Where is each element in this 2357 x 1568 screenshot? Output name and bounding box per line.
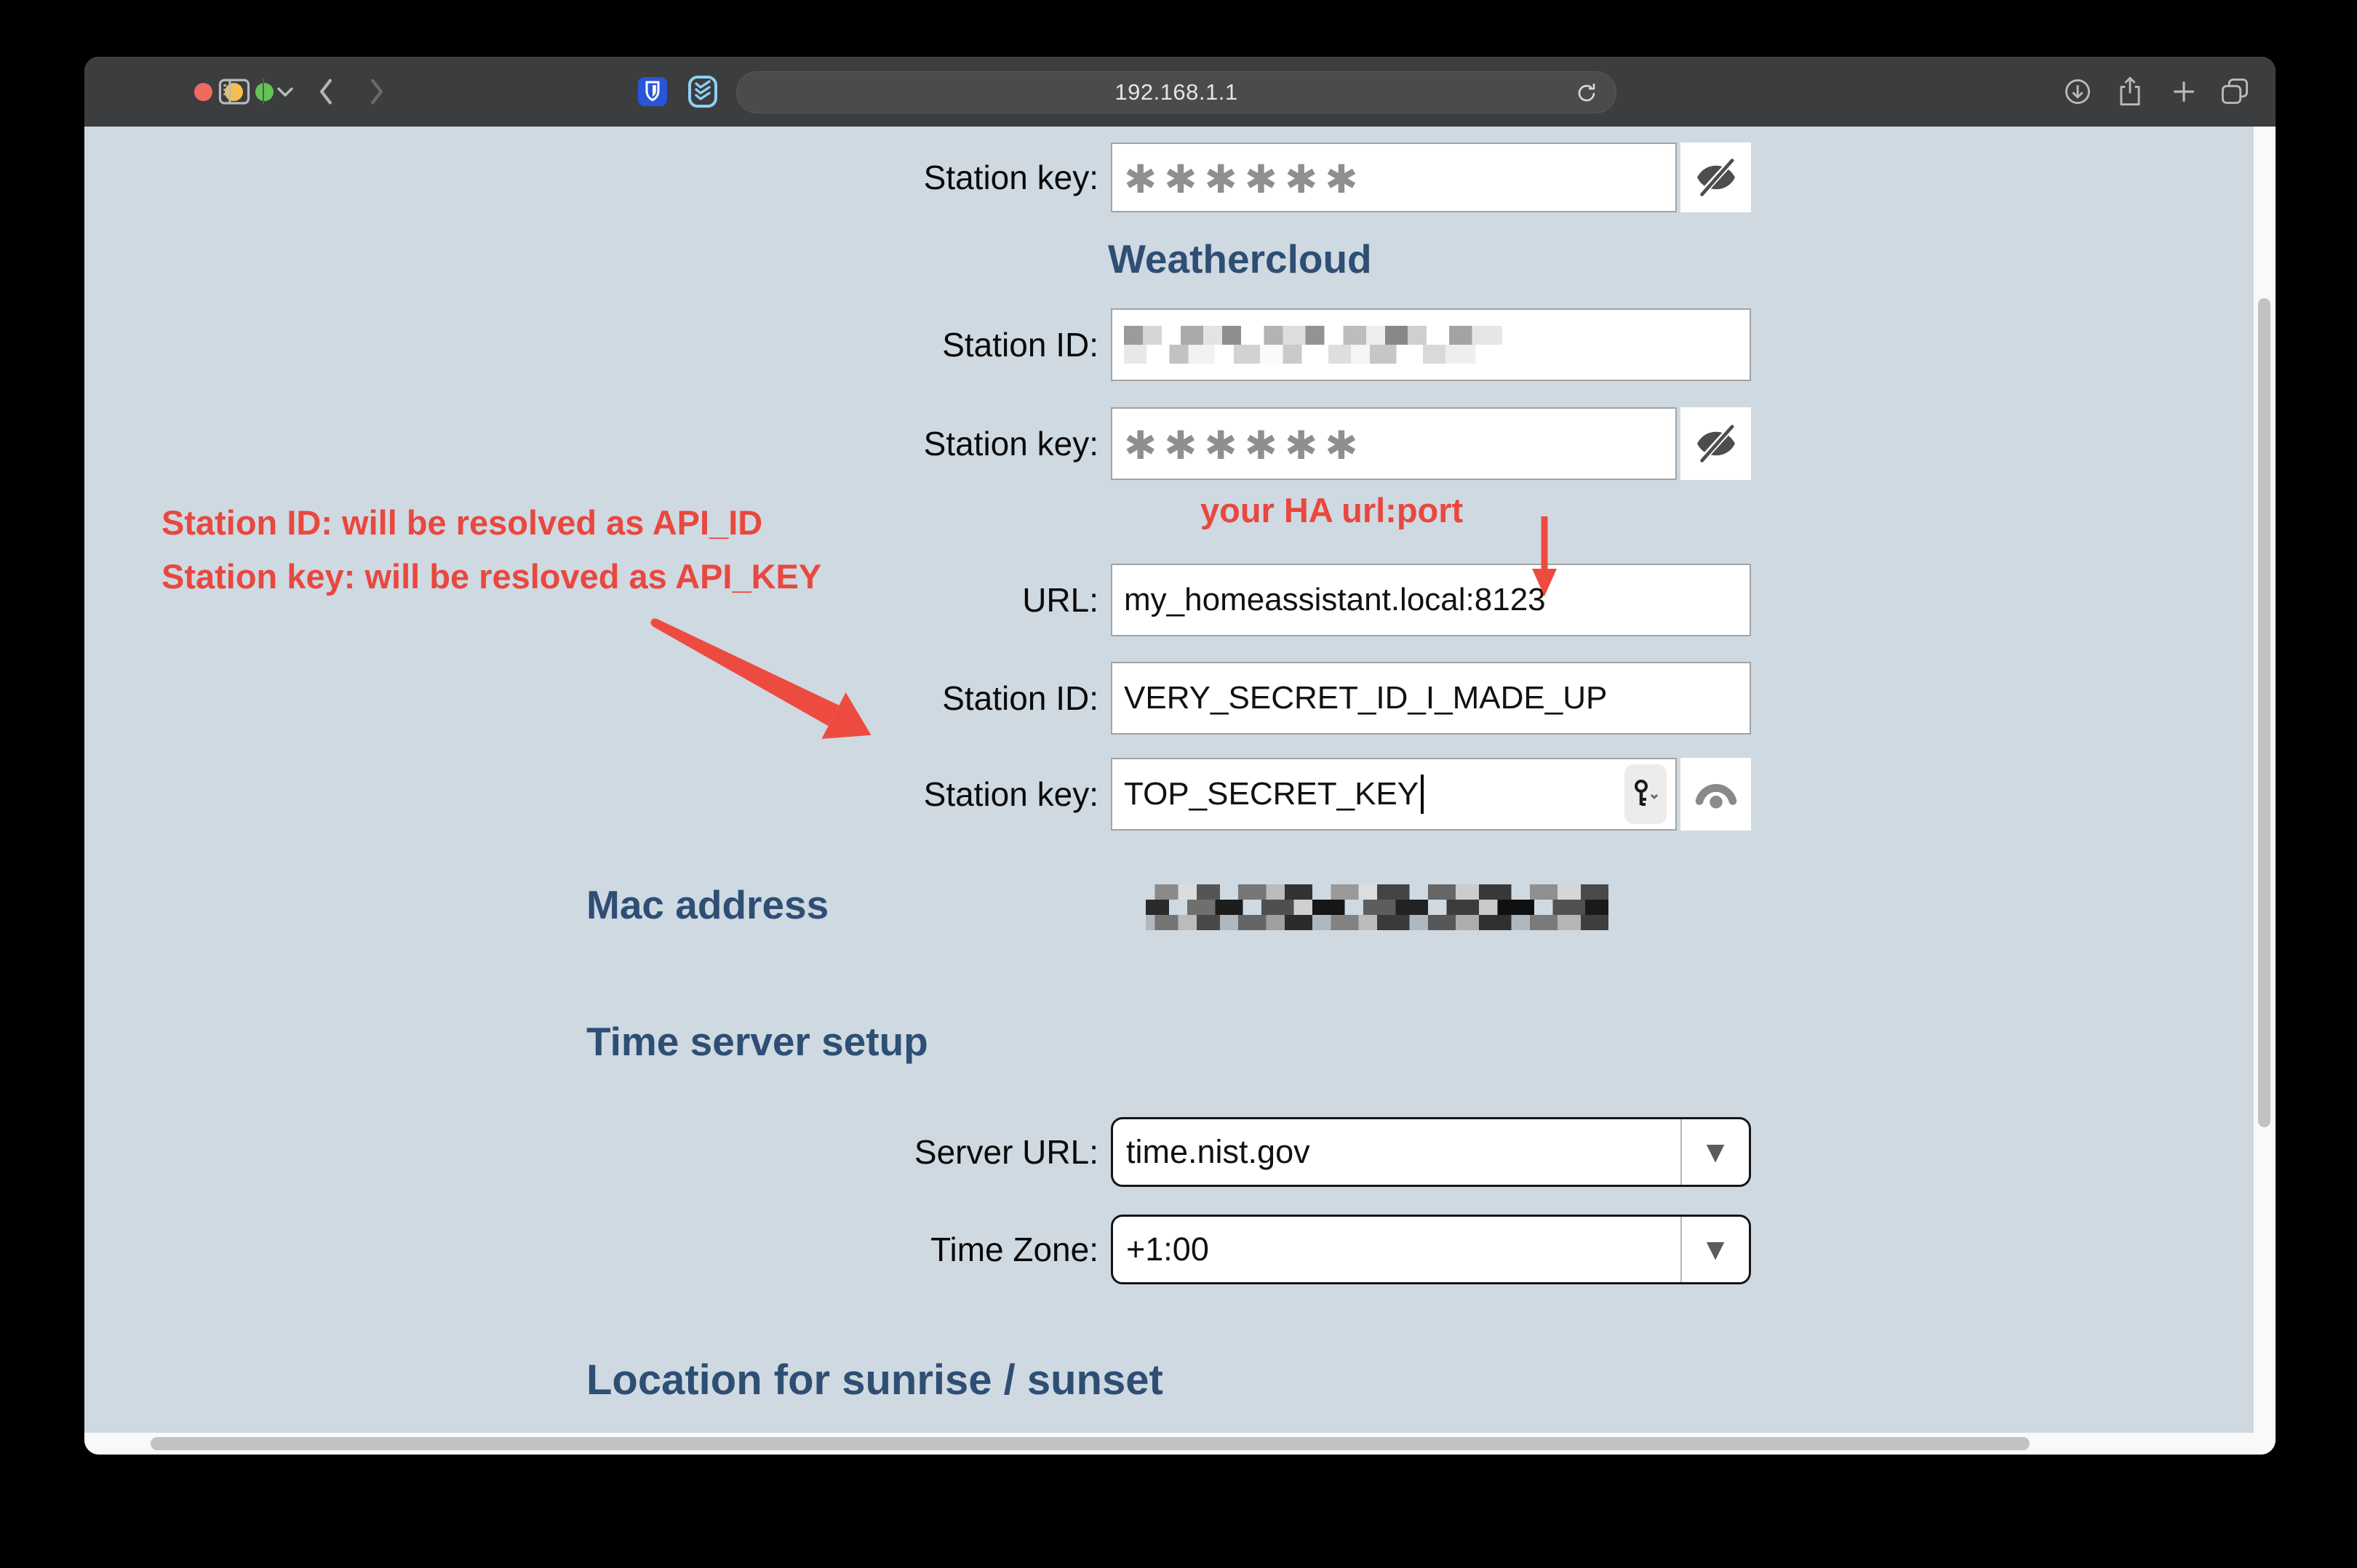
wc-station-id-input[interactable] bbox=[1111, 308, 1751, 381]
server-url-label: Server URL: bbox=[84, 1132, 1098, 1172]
back-icon bbox=[316, 77, 335, 106]
checklist-extension-icon bbox=[687, 74, 718, 109]
forward-button[interactable] bbox=[359, 74, 394, 109]
address-text: 192.168.1.1 bbox=[1114, 79, 1237, 105]
reload-button[interactable] bbox=[1574, 80, 1600, 106]
ha-url-row: URL: my_homeassistant.local:8123 bbox=[84, 564, 1751, 636]
share-icon bbox=[2115, 76, 2145, 108]
ha-station-id-row: Station ID: VERY_SECRET_ID_I_MADE_UP bbox=[84, 662, 1751, 735]
time-zone-row: Time Zone: +1:00 ▼ bbox=[84, 1215, 1751, 1284]
ha-url-input[interactable]: my_homeassistant.local:8123 bbox=[1111, 564, 1751, 636]
eye-slash-icon bbox=[1693, 425, 1739, 463]
browser-toolbar: 192.168.1.1 bbox=[84, 57, 2276, 127]
ha-show-key-button[interactable] bbox=[1680, 758, 1751, 831]
new-tab-icon bbox=[2170, 78, 2198, 105]
redacted-station-id bbox=[1124, 326, 1502, 364]
mac-address-heading: Mac address bbox=[586, 881, 829, 928]
chevron-down-icon bbox=[276, 85, 295, 98]
vertical-scrollbar-thumb[interactable] bbox=[2258, 298, 2270, 1127]
ha-station-id-value: VERY_SECRET_ID_I_MADE_UP bbox=[1124, 680, 1607, 716]
bitwarden-extension-button[interactable] bbox=[635, 74, 670, 109]
ha-station-key-value: TOP_SECRET_KEY bbox=[1124, 776, 1419, 812]
new-tab-button[interactable] bbox=[2166, 74, 2201, 109]
ha-url-label: URL: bbox=[84, 580, 1098, 620]
annotation-line-1: Station ID: will be resolved as API_ID bbox=[161, 496, 821, 550]
wc-show-key-button[interactable] bbox=[1680, 407, 1751, 480]
tab-overview-icon bbox=[2220, 77, 2250, 106]
time-zone-select[interactable]: +1:00 ▼ bbox=[1111, 1215, 1751, 1284]
back-button[interactable] bbox=[308, 74, 343, 109]
redacted-mac-address bbox=[1146, 884, 1608, 930]
server-url-row: Server URL: time.nist.gov ▼ bbox=[84, 1117, 1751, 1187]
wu-station-key-row: Station key: ✱✱✱✱✱✱ bbox=[84, 143, 1751, 212]
ha-station-id-label: Station ID: bbox=[84, 679, 1098, 718]
ha-station-key-row: Station key: TOP_SECRET_KEY bbox=[84, 758, 1751, 831]
time-zone-label: Time Zone: bbox=[84, 1230, 1098, 1269]
forward-icon bbox=[367, 77, 386, 106]
vertical-scrollbar-track[interactable] bbox=[2254, 127, 2276, 1455]
time-server-heading: Time server setup bbox=[586, 1018, 928, 1065]
ha-url-value: my_homeassistant.local:8123 bbox=[1124, 582, 1546, 618]
download-icon bbox=[2063, 77, 2092, 106]
wc-station-id-label: Station ID: bbox=[84, 325, 1098, 364]
downloads-button[interactable] bbox=[2060, 74, 2095, 109]
bitwarden-extension-icon bbox=[637, 75, 668, 108]
password-autofill-button[interactable] bbox=[1624, 764, 1667, 824]
wu-station-key-label: Station key: bbox=[84, 158, 1098, 197]
location-heading: Location for sunrise / sunset bbox=[586, 1356, 1163, 1404]
sidebar-toggle-button[interactable] bbox=[217, 74, 252, 109]
eye-icon bbox=[1694, 775, 1739, 814]
ha-station-key-label: Station key: bbox=[84, 775, 1098, 814]
wu-show-key-button[interactable] bbox=[1680, 143, 1751, 212]
select-arrow-icon: ▼ bbox=[1682, 1135, 1749, 1169]
text-cursor bbox=[1421, 775, 1424, 814]
horizontal-scrollbar-track[interactable] bbox=[84, 1433, 2254, 1455]
wc-station-key-label: Station key: bbox=[84, 424, 1098, 463]
wu-station-key-input[interactable]: ✱✱✱✱✱✱ bbox=[1111, 143, 1677, 212]
toolbar-divider bbox=[263, 79, 264, 105]
sidebar-menu-button[interactable] bbox=[268, 74, 303, 109]
reload-icon bbox=[1574, 81, 1599, 105]
server-url-select[interactable]: time.nist.gov ▼ bbox=[1111, 1117, 1751, 1187]
ha-station-key-input[interactable]: TOP_SECRET_KEY bbox=[1111, 758, 1677, 831]
share-button[interactable] bbox=[2113, 74, 2147, 109]
page-content: Station key: ✱✱✱✱✱✱ Weathercloud Station… bbox=[84, 127, 2254, 1433]
masked-password-text: ✱✱✱✱✱✱ bbox=[1124, 422, 1365, 465]
annotation-ha-note: your HA url:port bbox=[1200, 490, 1463, 531]
address-bar[interactable]: 192.168.1.1 bbox=[736, 71, 1616, 113]
wc-station-key-row: Station key: ✱✱✱✱✱✱ bbox=[84, 407, 1751, 480]
browser-window: 192.168.1.1 bbox=[84, 57, 2276, 1455]
horizontal-scrollbar-thumb[interactable] bbox=[151, 1437, 2030, 1450]
wc-station-id-row: Station ID: bbox=[84, 308, 1751, 381]
sidebar-icon bbox=[218, 77, 250, 106]
server-url-value: time.nist.gov bbox=[1113, 1133, 1680, 1171]
ha-station-id-input[interactable]: VERY_SECRET_ID_I_MADE_UP bbox=[1111, 662, 1751, 735]
checklist-extension-button[interactable] bbox=[685, 74, 720, 109]
time-zone-value: +1:00 bbox=[1113, 1231, 1680, 1268]
eye-slash-icon bbox=[1693, 159, 1739, 196]
select-arrow-icon: ▼ bbox=[1682, 1232, 1749, 1267]
key-icon bbox=[1631, 777, 1660, 811]
close-window-button[interactable] bbox=[194, 83, 212, 101]
weathercloud-heading: Weathercloud bbox=[1108, 236, 1372, 282]
wc-station-key-input[interactable]: ✱✱✱✱✱✱ bbox=[1111, 407, 1677, 480]
masked-password-text: ✱✱✱✱✱✱ bbox=[1124, 156, 1365, 199]
tab-overview-button[interactable] bbox=[2217, 74, 2252, 109]
